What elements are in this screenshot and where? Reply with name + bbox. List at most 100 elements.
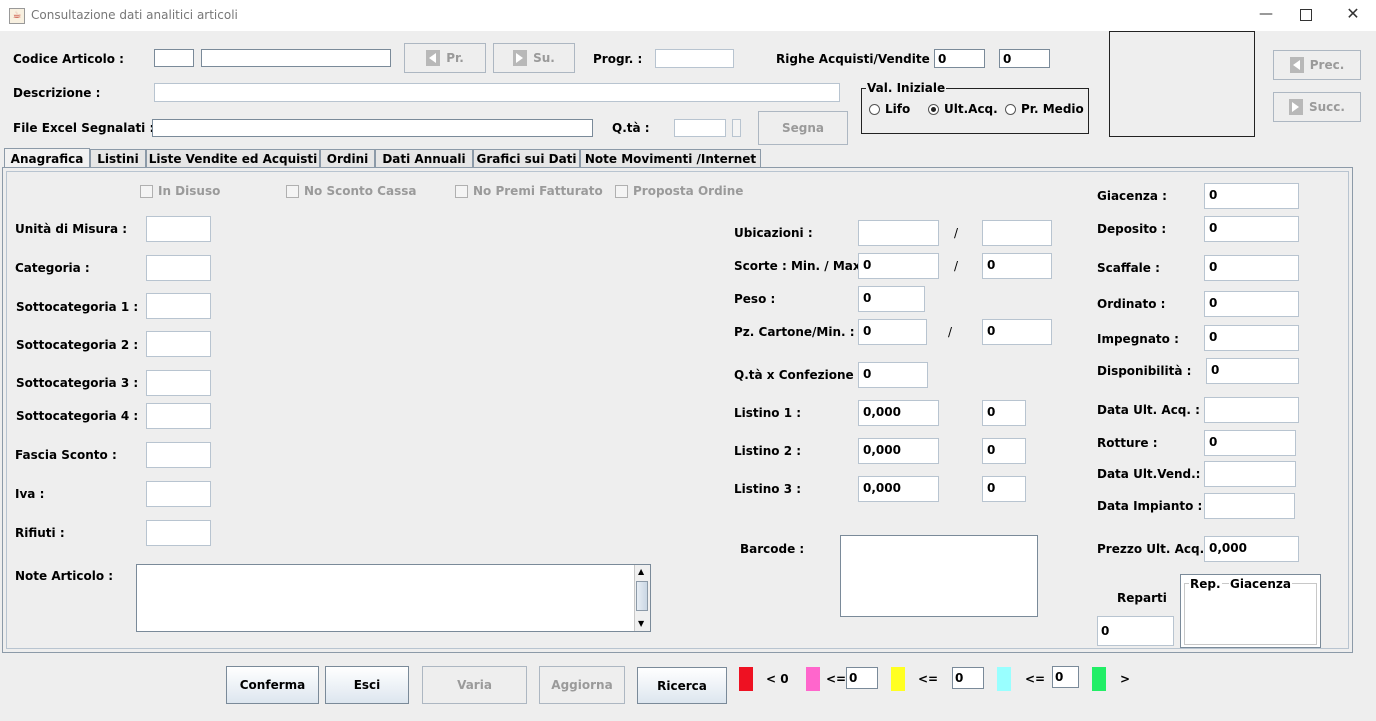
maximize-icon[interactable] bbox=[1300, 9, 1312, 21]
succ-button-label: Succ. bbox=[1309, 100, 1345, 114]
iva-field[interactable] bbox=[146, 481, 211, 507]
window-title: Consultazione dati analitici articoli bbox=[31, 8, 238, 22]
codice-articolo-desc-field[interactable] bbox=[201, 49, 391, 67]
file-excel-field[interactable] bbox=[152, 119, 593, 137]
peso-field[interactable]: 0 bbox=[858, 286, 925, 312]
scroll-thumb[interactable] bbox=[636, 581, 648, 611]
ordinato-field[interactable]: 0 bbox=[1204, 291, 1299, 317]
scorte-max-field[interactable]: 0 bbox=[982, 253, 1052, 279]
scroll-up-icon[interactable]: ▲ bbox=[638, 568, 644, 576]
qta-spinner[interactable] bbox=[732, 119, 741, 137]
sottocategoria-2-field[interactable] bbox=[146, 331, 211, 357]
pz-min-field[interactable]: 0 bbox=[982, 319, 1052, 345]
deposito-field[interactable]: 0 bbox=[1204, 216, 1299, 242]
pr-button[interactable]: Pr. bbox=[404, 43, 486, 73]
reparti-field[interactable]: 0 bbox=[1097, 616, 1174, 646]
note-articolo-textarea[interactable]: ▲ ▼ bbox=[136, 564, 651, 632]
aggiorna-button[interactable]: Aggiorna bbox=[539, 666, 625, 704]
proposta-ordine-label: Proposta Ordine bbox=[633, 184, 744, 198]
listino-1-field[interactable]: 0,000 bbox=[858, 400, 939, 426]
tab-listini[interactable]: Listini bbox=[90, 149, 146, 168]
close-icon[interactable]: ✕ bbox=[1343, 4, 1363, 24]
listino-2-b-field[interactable]: 0 bbox=[982, 438, 1026, 464]
sottocategoria-1-field[interactable] bbox=[146, 293, 211, 319]
progr-label: Progr. : bbox=[593, 52, 643, 66]
ricerca-button[interactable]: Ricerca bbox=[637, 667, 727, 704]
data-ult-vend-field[interactable] bbox=[1204, 461, 1296, 487]
conferma-button[interactable]: Conferma bbox=[226, 666, 319, 704]
threshold-1-field[interactable]: 0 bbox=[846, 667, 878, 689]
data-impianto-field[interactable] bbox=[1204, 493, 1295, 519]
listino-3-field[interactable]: 0,000 bbox=[858, 476, 939, 502]
file-excel-label: File Excel Segnalati : bbox=[13, 121, 155, 135]
rifiuti-field[interactable] bbox=[146, 520, 211, 546]
tab-dati-annuali[interactable]: Dati Annuali bbox=[375, 149, 473, 168]
ubicazioni-2-field[interactable] bbox=[982, 220, 1052, 246]
prec-button[interactable]: Prec. bbox=[1273, 50, 1361, 80]
segna-button[interactable]: Segna bbox=[758, 111, 848, 145]
right-arrow-icon bbox=[513, 50, 528, 66]
no-sconto-cassa-checkbox[interactable]: No Sconto Cassa bbox=[286, 184, 416, 198]
unita-misura-field[interactable] bbox=[146, 216, 211, 242]
rep-column-header: Rep. bbox=[1189, 577, 1222, 591]
tab-label: Anagrafica bbox=[10, 151, 84, 166]
ubicazioni-1-field[interactable] bbox=[858, 220, 939, 246]
no-premi-fatturato-checkbox[interactable]: No Premi Fatturato bbox=[455, 184, 603, 198]
disponibilita-field[interactable]: 0 bbox=[1206, 358, 1299, 384]
fascia-sconto-field[interactable] bbox=[146, 442, 211, 468]
vertical-scrollbar[interactable]: ▲ ▼ bbox=[634, 565, 650, 631]
qta-field[interactable] bbox=[674, 119, 726, 137]
tab-ordini[interactable]: Ordini bbox=[320, 149, 375, 168]
pr-medio-radio[interactable]: Pr. Medio bbox=[1005, 102, 1084, 116]
checkbox-icon bbox=[286, 184, 299, 198]
pz-cartone-field[interactable]: 0 bbox=[858, 319, 927, 345]
ult-acq-radio[interactable]: Ult.Acq. bbox=[928, 102, 998, 116]
listino-1-b-field[interactable]: 0 bbox=[982, 400, 1026, 426]
java-app-icon: ☕ bbox=[9, 8, 25, 24]
proposta-ordine-checkbox[interactable]: Proposta Ordine bbox=[615, 184, 743, 198]
tab-liste-vendite-acquisti[interactable]: Liste Vendite ed Acquisti bbox=[146, 149, 320, 168]
scorte-slash: / bbox=[954, 259, 959, 273]
lifo-radio[interactable]: Lifo bbox=[869, 102, 910, 116]
unita-misura-label: Unità di Misura : bbox=[15, 222, 128, 236]
progr-field[interactable] bbox=[655, 49, 734, 68]
scaffale-field[interactable]: 0 bbox=[1204, 255, 1299, 281]
pr-medio-label: Pr. Medio bbox=[1021, 102, 1084, 116]
cyan-swatch bbox=[997, 667, 1011, 691]
succ-button[interactable]: Succ. bbox=[1273, 92, 1361, 122]
righe-vendite-field[interactable]: 0 bbox=[999, 49, 1050, 68]
pr-button-label: Pr. bbox=[446, 51, 464, 65]
pz-slash: / bbox=[948, 325, 953, 339]
radio-selected-icon bbox=[928, 103, 939, 115]
descrizione-field[interactable] bbox=[154, 83, 840, 102]
scroll-down-icon[interactable]: ▼ bbox=[638, 620, 644, 628]
listino-3-b-field[interactable]: 0 bbox=[982, 476, 1026, 502]
threshold-3-field[interactable]: 0 bbox=[1052, 666, 1079, 688]
tab-note-movimenti-internet[interactable]: Note Movimenti /Internet bbox=[580, 149, 761, 168]
in-disuso-checkbox[interactable]: In Disuso bbox=[140, 184, 220, 198]
tab-grafici-sui-dati[interactable]: Grafici sui Dati bbox=[473, 149, 580, 168]
peso-label: Peso : bbox=[734, 292, 776, 306]
scorte-min-field[interactable]: 0 bbox=[858, 253, 939, 279]
giacenza-field[interactable]: 0 bbox=[1204, 183, 1299, 209]
ordinato-label: Ordinato : bbox=[1097, 297, 1166, 311]
sottocategoria-4-field[interactable] bbox=[146, 403, 211, 429]
radio-icon bbox=[1005, 103, 1016, 115]
prezzo-ult-acq-field[interactable]: 0,000 bbox=[1204, 536, 1299, 562]
tab-anagrafica[interactable]: Anagrafica bbox=[4, 148, 90, 168]
codice-articolo-field[interactable] bbox=[154, 49, 194, 67]
rotture-field[interactable]: 0 bbox=[1204, 430, 1296, 456]
su-button[interactable]: Su. bbox=[493, 43, 575, 73]
minimize-icon[interactable]: — bbox=[1256, 6, 1276, 26]
categoria-field[interactable] bbox=[146, 255, 211, 281]
righe-acquisti-field[interactable]: 0 bbox=[934, 49, 985, 68]
data-ult-acq-field[interactable] bbox=[1204, 397, 1299, 423]
threshold-2-field[interactable]: 0 bbox=[952, 667, 984, 689]
varia-button[interactable]: Varia bbox=[422, 666, 527, 704]
listino-2-field[interactable]: 0,000 bbox=[858, 438, 939, 464]
esci-button[interactable]: Esci bbox=[325, 666, 409, 704]
sottocategoria-3-field[interactable] bbox=[146, 370, 211, 396]
ult-acq-label: Ult.Acq. bbox=[944, 102, 998, 116]
impegnato-field[interactable]: 0 bbox=[1204, 325, 1299, 351]
qta-confezione-field[interactable]: 0 bbox=[858, 362, 928, 388]
